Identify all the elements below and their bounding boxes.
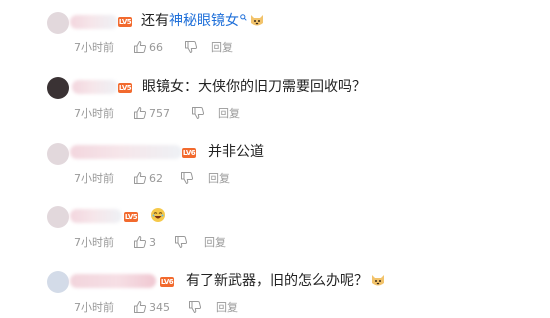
username-blurred[interactable] — [72, 80, 118, 94]
like-count: 66 — [149, 41, 163, 54]
comment-text: 有了新武器，旧的怎么办呢？ — [186, 271, 386, 291]
dislike-icon[interactable] — [180, 171, 194, 185]
dislike-icon[interactable] — [184, 40, 198, 54]
reply-button[interactable]: 回复 — [218, 107, 240, 121]
username-blurred[interactable] — [70, 145, 182, 159]
level-badge: LV5 — [118, 83, 132, 93]
comment-text: 并非公道 — [208, 144, 264, 160]
comment-meta: 7小时前 62 回复 — [74, 172, 274, 186]
reply-button[interactable]: 回复 — [208, 172, 230, 186]
like-count: 345 — [149, 301, 170, 314]
level-badge: LV5 — [118, 17, 132, 27]
comment-text: 眼镜女：大侠你的旧刀需要回收吗？ — [142, 79, 366, 95]
like-count: 62 — [149, 172, 163, 185]
dislike-icon[interactable] — [174, 235, 188, 249]
dislike-icon[interactable] — [188, 300, 202, 314]
username-blurred[interactable] — [70, 209, 122, 223]
like-icon[interactable] — [133, 300, 147, 314]
like-count: 757 — [149, 107, 170, 120]
search-link[interactable]: 神秘眼镜女 — [169, 13, 239, 29]
laughing-emoji — [151, 208, 165, 222]
doge-emoji — [372, 275, 384, 286]
comment-text: 还有神秘眼镜女 — [141, 11, 265, 31]
like-icon[interactable] — [133, 171, 147, 185]
avatar[interactable] — [47, 77, 69, 99]
comment-meta: 7小时前 345 回复 — [74, 301, 274, 315]
level-badge: LV6 — [160, 277, 174, 287]
avatar[interactable] — [47, 271, 69, 293]
username-blurred[interactable] — [70, 15, 118, 29]
username-blurred[interactable] — [70, 274, 156, 288]
level-badge: LV5 — [124, 212, 138, 222]
comment-meta: 7小时前 3 回复 — [74, 236, 274, 250]
search-icon[interactable] — [240, 14, 247, 21]
timestamp: 7小时前 — [74, 172, 114, 185]
timestamp: 7小时前 — [74, 107, 114, 120]
avatar[interactable] — [47, 206, 69, 228]
avatar[interactable] — [47, 12, 69, 34]
comment-meta: 7小时前 66 回复 — [74, 41, 274, 55]
reply-button[interactable]: 回复 — [204, 236, 226, 250]
doge-emoji — [251, 15, 263, 26]
comment-meta: 7小时前 757 回复 — [74, 107, 274, 121]
timestamp: 7小时前 — [74, 301, 114, 314]
dislike-icon[interactable] — [191, 106, 205, 120]
like-icon[interactable] — [133, 235, 147, 249]
timestamp: 7小时前 — [74, 236, 114, 249]
reply-button[interactable]: 回复 — [211, 41, 233, 55]
like-icon[interactable] — [133, 40, 147, 54]
like-icon[interactable] — [133, 106, 147, 120]
like-count: 3 — [149, 236, 156, 249]
avatar[interactable] — [47, 143, 69, 165]
comment-text — [150, 206, 166, 226]
reply-button[interactable]: 回复 — [216, 301, 238, 315]
comment-text-prefix: 还有 — [141, 13, 169, 29]
timestamp: 7小时前 — [74, 41, 114, 54]
comment-text-body: 有了新武器，旧的怎么办呢？ — [186, 273, 368, 289]
level-badge: LV6 — [182, 148, 196, 158]
